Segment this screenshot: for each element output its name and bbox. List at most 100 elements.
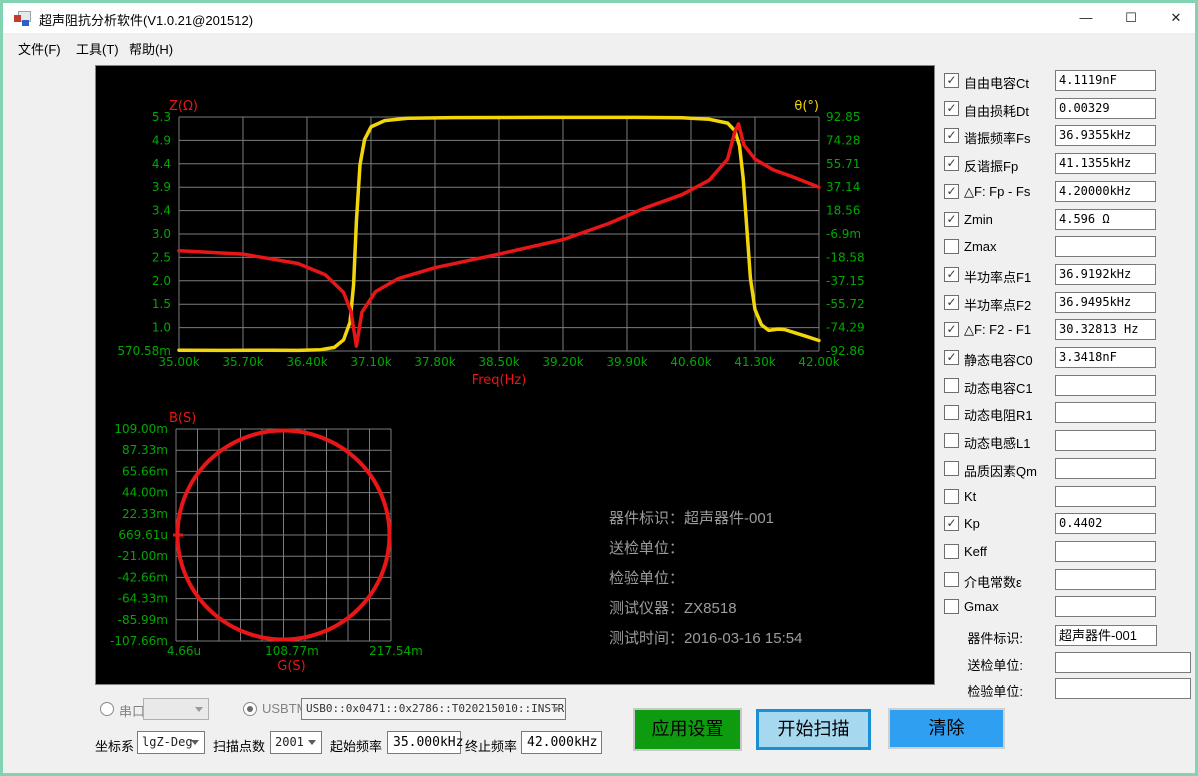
param-row: ✓△F: Fp - Fs4.20000kHz — [944, 181, 1184, 203]
param-value-input[interactable] — [1055, 430, 1156, 451]
param-value-input[interactable]: 4.20000kHz — [1055, 181, 1156, 202]
param-row: ✓ 静态电容C0 3.3418nF — [944, 347, 1184, 369]
param-label: Kt — [964, 489, 976, 504]
apply-settings-button[interactable]: 应用设置 — [633, 708, 742, 751]
param-checkbox[interactable] — [944, 599, 959, 614]
param-checkbox[interactable]: ✓ — [944, 156, 959, 171]
param-checkbox[interactable] — [944, 489, 959, 504]
usbtmc-address-select[interactable]: USB0::0x0471::0x2786::T020215010::INSTR — [301, 698, 566, 720]
param-row: Gmax — [944, 596, 1184, 618]
param-checkbox[interactable]: ✓ — [944, 350, 959, 365]
param-checkbox[interactable]: ✓ — [944, 212, 959, 227]
param-row: 动态电感L1 — [944, 430, 1184, 452]
param-value-input[interactable]: 30.32813 Hz — [1055, 319, 1156, 340]
svg-text:-21.00m: -21.00m — [118, 549, 168, 563]
param-value-input[interactable]: 0.00329 — [1055, 98, 1156, 119]
svg-text:87.33m: 87.33m — [122, 443, 168, 457]
svg-text:-64.33m: -64.33m — [118, 592, 168, 606]
svg-text:74.28: 74.28 — [826, 133, 860, 147]
param-value-input[interactable]: 41.1355kHz — [1055, 153, 1156, 174]
param-checkbox[interactable] — [944, 405, 959, 420]
device-field-input[interactable]: 超声器件-001 — [1055, 625, 1157, 646]
usbtmc-radio[interactable] — [243, 702, 257, 716]
param-checkbox[interactable]: ✓ — [944, 184, 959, 199]
param-value-input[interactable] — [1055, 596, 1156, 617]
param-checkbox[interactable] — [944, 544, 959, 559]
minimize-button[interactable]: — — [1069, 3, 1103, 33]
svg-text:B(S): B(S) — [169, 411, 196, 426]
param-value-input[interactable]: 36.9192kHz — [1055, 264, 1156, 285]
param-row: 动态电容C1 — [944, 375, 1184, 397]
param-value-input[interactable] — [1055, 402, 1156, 423]
param-value-input[interactable]: 0.4402 — [1055, 513, 1156, 534]
device-field-input[interactable] — [1055, 678, 1191, 699]
overlay-line: 检验单位： — [609, 564, 802, 594]
param-checkbox[interactable]: ✓ — [944, 128, 959, 143]
param-checkbox[interactable]: ✓ — [944, 267, 959, 282]
svg-text:42.00k: 42.00k — [798, 355, 839, 369]
svg-text:1.5: 1.5 — [152, 297, 171, 311]
start-frequency-input[interactable]: 35.000kHz — [387, 731, 461, 754]
param-checkbox[interactable]: ✓ — [944, 295, 959, 310]
title-bar: 超声阻抗分析软件(V1.0.21@201512) — ☐ ✕ — [3, 3, 1195, 33]
param-value-input[interactable]: 4.1119nF — [1055, 70, 1156, 91]
svg-text:θ(°): θ(°) — [794, 99, 819, 114]
param-checkbox[interactable] — [944, 378, 959, 393]
menu-help[interactable]: 帮助(H) — [129, 39, 173, 58]
param-row: ✓自由损耗Dt0.00329 — [944, 98, 1184, 120]
maximize-button[interactable]: ☐ — [1114, 3, 1148, 33]
param-checkbox[interactable]: ✓ — [944, 516, 959, 531]
param-label: 动态电阻R1 — [964, 405, 1033, 424]
param-label: 介电常数ε — [964, 572, 1022, 591]
param-checkbox[interactable]: ✓ — [944, 73, 959, 88]
svg-text:37.10k: 37.10k — [350, 355, 391, 369]
svg-text:38.50k: 38.50k — [478, 355, 519, 369]
svg-text:3.9: 3.9 — [152, 180, 171, 194]
param-label: 静态电容C0 — [964, 350, 1033, 369]
param-label: 反谐振Fp — [964, 156, 1018, 175]
param-label: 动态电感L1 — [964, 433, 1030, 452]
param-value-input[interactable] — [1055, 569, 1156, 590]
scan-points-select[interactable]: 2001 — [270, 731, 322, 754]
param-checkbox[interactable] — [944, 239, 959, 254]
param-value-input[interactable] — [1055, 458, 1156, 479]
serial-port-select[interactable] — [143, 698, 209, 720]
param-value-input[interactable] — [1055, 541, 1156, 562]
svg-text:4.9: 4.9 — [152, 133, 171, 147]
param-value-input[interactable] — [1055, 236, 1156, 257]
param-label: 品质因素Qm — [964, 461, 1037, 480]
param-value-input[interactable] — [1055, 486, 1156, 507]
svg-text:217.54m: 217.54m — [369, 644, 423, 658]
device-field-input[interactable] — [1055, 652, 1191, 673]
param-checkbox[interactable] — [944, 461, 959, 476]
start-scan-button[interactable]: 开始扫描 — [756, 709, 871, 750]
param-value-input[interactable] — [1055, 375, 1156, 396]
svg-text:Freq(Hz): Freq(Hz) — [472, 373, 527, 388]
svg-text:-18.58: -18.58 — [826, 250, 865, 264]
overlay-line: 测试时间：2016-03-16 15:54 — [609, 624, 802, 654]
chart-panel: 5.34.94.43.93.43.02.52.01.51.0570.58m92.… — [95, 65, 935, 685]
clear-button[interactable]: 清除 — [888, 708, 1005, 749]
param-checkbox[interactable] — [944, 433, 959, 448]
menu-tools[interactable]: 工具(T) — [76, 39, 119, 58]
close-button[interactable]: ✕ — [1159, 3, 1193, 33]
coord-system-select[interactable]: lgZ-Deg — [137, 731, 205, 754]
svg-text:39.20k: 39.20k — [542, 355, 583, 369]
param-checkbox[interactable]: ✓ — [944, 101, 959, 116]
menu-file[interactable]: 文件(F) — [18, 39, 61, 58]
overlay-line: 测试仪器：ZX8518 — [609, 594, 802, 624]
menu-bar: 文件(F) 工具(T) 帮助(H) — [3, 33, 1195, 61]
param-value-input[interactable]: 36.9355kHz — [1055, 125, 1156, 146]
param-checkbox[interactable] — [944, 572, 959, 587]
svg-text:-42.66m: -42.66m — [118, 570, 168, 584]
param-value-input[interactable]: 36.9495kHz — [1055, 292, 1156, 313]
stop-frequency-input[interactable]: 42.000kHz — [521, 731, 602, 754]
param-value-input[interactable]: 4.596 Ω — [1055, 209, 1156, 230]
svg-text:40.60k: 40.60k — [670, 355, 711, 369]
param-label: Zmin — [964, 212, 993, 227]
chevron-down-icon — [195, 707, 203, 712]
serial-radio[interactable] — [100, 702, 114, 716]
param-checkbox[interactable]: ✓ — [944, 322, 959, 337]
param-value-input[interactable]: 3.3418nF — [1055, 347, 1156, 368]
chevron-down-icon — [191, 740, 199, 745]
